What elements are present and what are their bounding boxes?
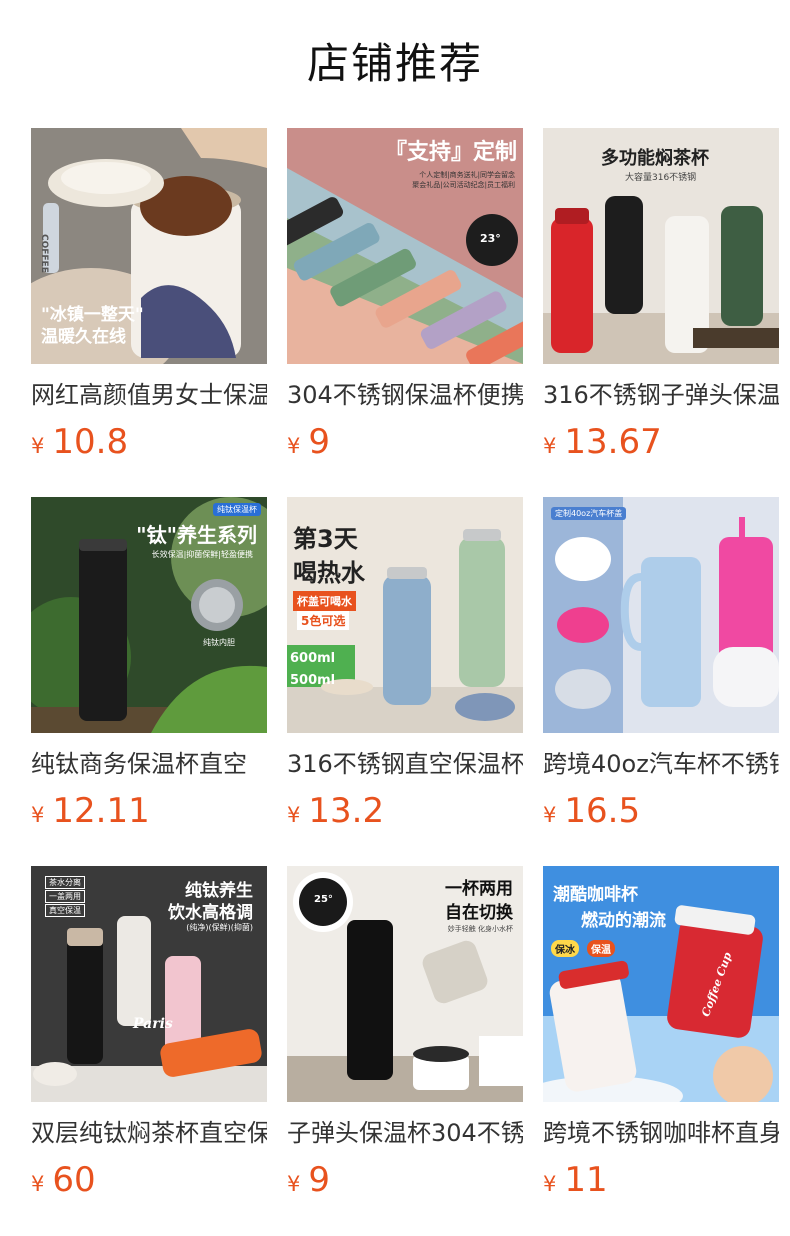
section-title: 店铺推荐 [306,39,483,88]
currency-symbol: ¥ [287,1172,301,1196]
price-value: 11 [564,1160,608,1200]
product-card[interactable]: 第3天 喝热水 杯盖可喝水 5色可选 600ml 500ml 316不锈钢直空保… [287,497,523,833]
promo-line-2: 温暖久在线 [41,327,126,347]
promo-line-2: 个人定制|商务送礼|同学会留念 [419,171,515,179]
price-value: 10.8 [52,422,129,462]
product-price: ¥9 [287,420,523,464]
promo-line-2: 大容量316不锈钢 [625,173,697,183]
product-image[interactable]: 『支持』定制 个人定制|商务送礼|同学会留念 聚会礼品|公司活动纪念|员工福利 … [287,128,523,364]
promo-line-3: 聚会礼品|公司活动纪念|员工福利 [412,181,515,189]
price-value: 9 [308,1160,331,1200]
product-image[interactable]: "冰镇一整天" 温暖久在线 COFFEE [31,128,267,364]
product-card[interactable]: 茶水分离 一盖两用 真空保温 纯钛养生 饮水高格调 (纯净)(保鲜)(抑菌) P… [31,866,267,1202]
product-price: ¥16.5 [543,789,779,833]
feature-tag-1: 保冰 [551,940,579,957]
tag-text: COFFEE [39,234,49,273]
currency-symbol: ¥ [287,434,301,458]
product-price: ¥9 [287,1158,523,1202]
currency-symbol: ¥ [543,1172,557,1196]
price-value: 60 [52,1160,96,1200]
product-price: ¥13.2 [287,789,523,833]
product-image[interactable]: 潮酷咖啡杯 燃动的潮流 保冰 保温 Coffee Cup [543,866,779,1102]
feature-tag-2: 一盖两用 [45,890,85,903]
feature-tag-2: 保温 [587,940,615,957]
category-badge: 纯钛保温杯 [213,503,261,516]
product-card[interactable]: "冰镇一整天" 温暖久在线 COFFEE 网红高颜值男女士保温杯 ¥10.8 [31,128,267,464]
promo-line-1: 一杯两用 [445,879,513,899]
product-price: ¥60 [31,1158,267,1202]
temperature-display: 23° [480,232,501,245]
feature-tag-1: 茶水分离 [45,876,85,889]
promo-line-1: 潮酷咖啡杯 [553,885,638,905]
product-price: ¥11 [543,1158,779,1202]
promo-line-1: 多功能焖茶杯 [601,148,709,169]
product-price: ¥13.67 [543,420,779,464]
promo-line-2: 长效保温|抑菌保鲜|轻盈便携 [151,550,253,559]
product-name[interactable]: 双层纯钛焖茶杯直空保温 [31,1116,267,1150]
product-name[interactable]: 子弹头保温杯304不锈钢 [287,1116,523,1150]
product-name[interactable]: 304不锈钢保温杯便携 [287,378,523,412]
promo-line-3: 妙手轻触 化身小水杯 [447,925,513,933]
product-image[interactable]: 茶水分离 一盖两用 真空保温 纯钛养生 饮水高格调 (纯净)(保鲜)(抑菌) P… [31,866,267,1102]
feature-tag-2: 5色可选 [297,611,350,630]
currency-symbol: ¥ [31,803,45,827]
price-value: 16.5 [564,791,641,831]
feature-tag-1: 杯盖可喝水 [293,591,356,611]
currency-symbol: ¥ [287,803,301,827]
price-value: 13.67 [564,422,662,462]
brand-text: Paris [133,1016,173,1032]
promo-line-1: "钛"养生系列 [136,523,257,547]
promo-line-1: 『支持』定制 [384,140,517,165]
product-image[interactable]: 多功能焖茶杯 大容量316不锈钢 [543,128,779,364]
currency-symbol: ¥ [31,1172,45,1196]
product-card[interactable]: 25° 一杯两用 自在切换 妙手轻触 化身小水杯 子弹头保温杯304不锈钢 ¥9 [287,866,523,1202]
product-card[interactable]: 潮酷咖啡杯 燃动的潮流 保冰 保温 Coffee Cup 跨境不锈钢咖啡杯直身 … [543,866,779,1202]
promo-line-2: 燃动的潮流 [581,911,666,931]
temperature-display: 25° [314,894,333,905]
product-image[interactable]: 纯钛保温杯 "钛"养生系列 长效保温|抑菌保鲜|轻盈便携 纯钛内胆 [31,497,267,733]
currency-symbol: ¥ [543,434,557,458]
product-name[interactable]: 纯钛商务保温杯直空 [31,747,267,781]
size-label-2: 500ml [290,673,336,688]
product-name[interactable]: 316不锈钢直空保温杯 [287,747,523,781]
price-value: 12.11 [52,791,150,831]
product-image[interactable]: 25° 一杯两用 自在切换 妙手轻触 化身小水杯 [287,866,523,1102]
product-price: ¥10.8 [31,420,267,464]
promo-line-1: 第3天 [293,525,358,553]
size-label-1: 600ml [290,651,336,666]
product-name[interactable]: 跨境40oz汽车杯不锈钢 [543,747,779,781]
product-name[interactable]: 跨境不锈钢咖啡杯直身 [543,1116,779,1150]
category-badge: 定制40oz汽车杯盖 [551,507,627,520]
product-name[interactable]: 316不锈钢子弹头保温杯 [543,378,779,412]
currency-symbol: ¥ [31,434,45,458]
promo-line-2: 喝热水 [293,559,365,587]
promo-line-3: 纯钛内胆 [203,638,235,647]
feature-tag-3: 真空保温 [45,904,85,917]
price-value: 9 [308,422,331,462]
promo-line-3: (纯净)(保鲜)(抑菌) [186,923,253,932]
product-price: ¥12.11 [31,789,267,833]
product-card[interactable]: 多功能焖茶杯 大容量316不锈钢 316不锈钢子弹头保温杯 ¥13.67 [543,128,779,464]
product-card[interactable]: 定制40oz汽车杯盖 跨境40oz汽车杯不锈钢 ¥16.5 [543,497,779,833]
product-card[interactable]: 『支持』定制 个人定制|商务送礼|同学会留念 聚会礼品|公司活动纪念|员工福利 … [287,128,523,464]
promo-line-2: 自在切换 [445,903,513,923]
product-name[interactable]: 网红高颜值男女士保温杯 [31,378,267,412]
currency-symbol: ¥ [543,803,557,827]
product-card[interactable]: 纯钛保温杯 "钛"养生系列 长效保温|抑菌保鲜|轻盈便携 纯钛内胆 纯钛商务保温… [31,497,267,833]
product-image[interactable]: 第3天 喝热水 杯盖可喝水 5色可选 600ml 500ml [287,497,523,733]
price-value: 13.2 [308,791,385,831]
product-image[interactable]: 定制40oz汽车杯盖 [543,497,779,733]
promo-line-2: 饮水高格调 [168,903,253,923]
